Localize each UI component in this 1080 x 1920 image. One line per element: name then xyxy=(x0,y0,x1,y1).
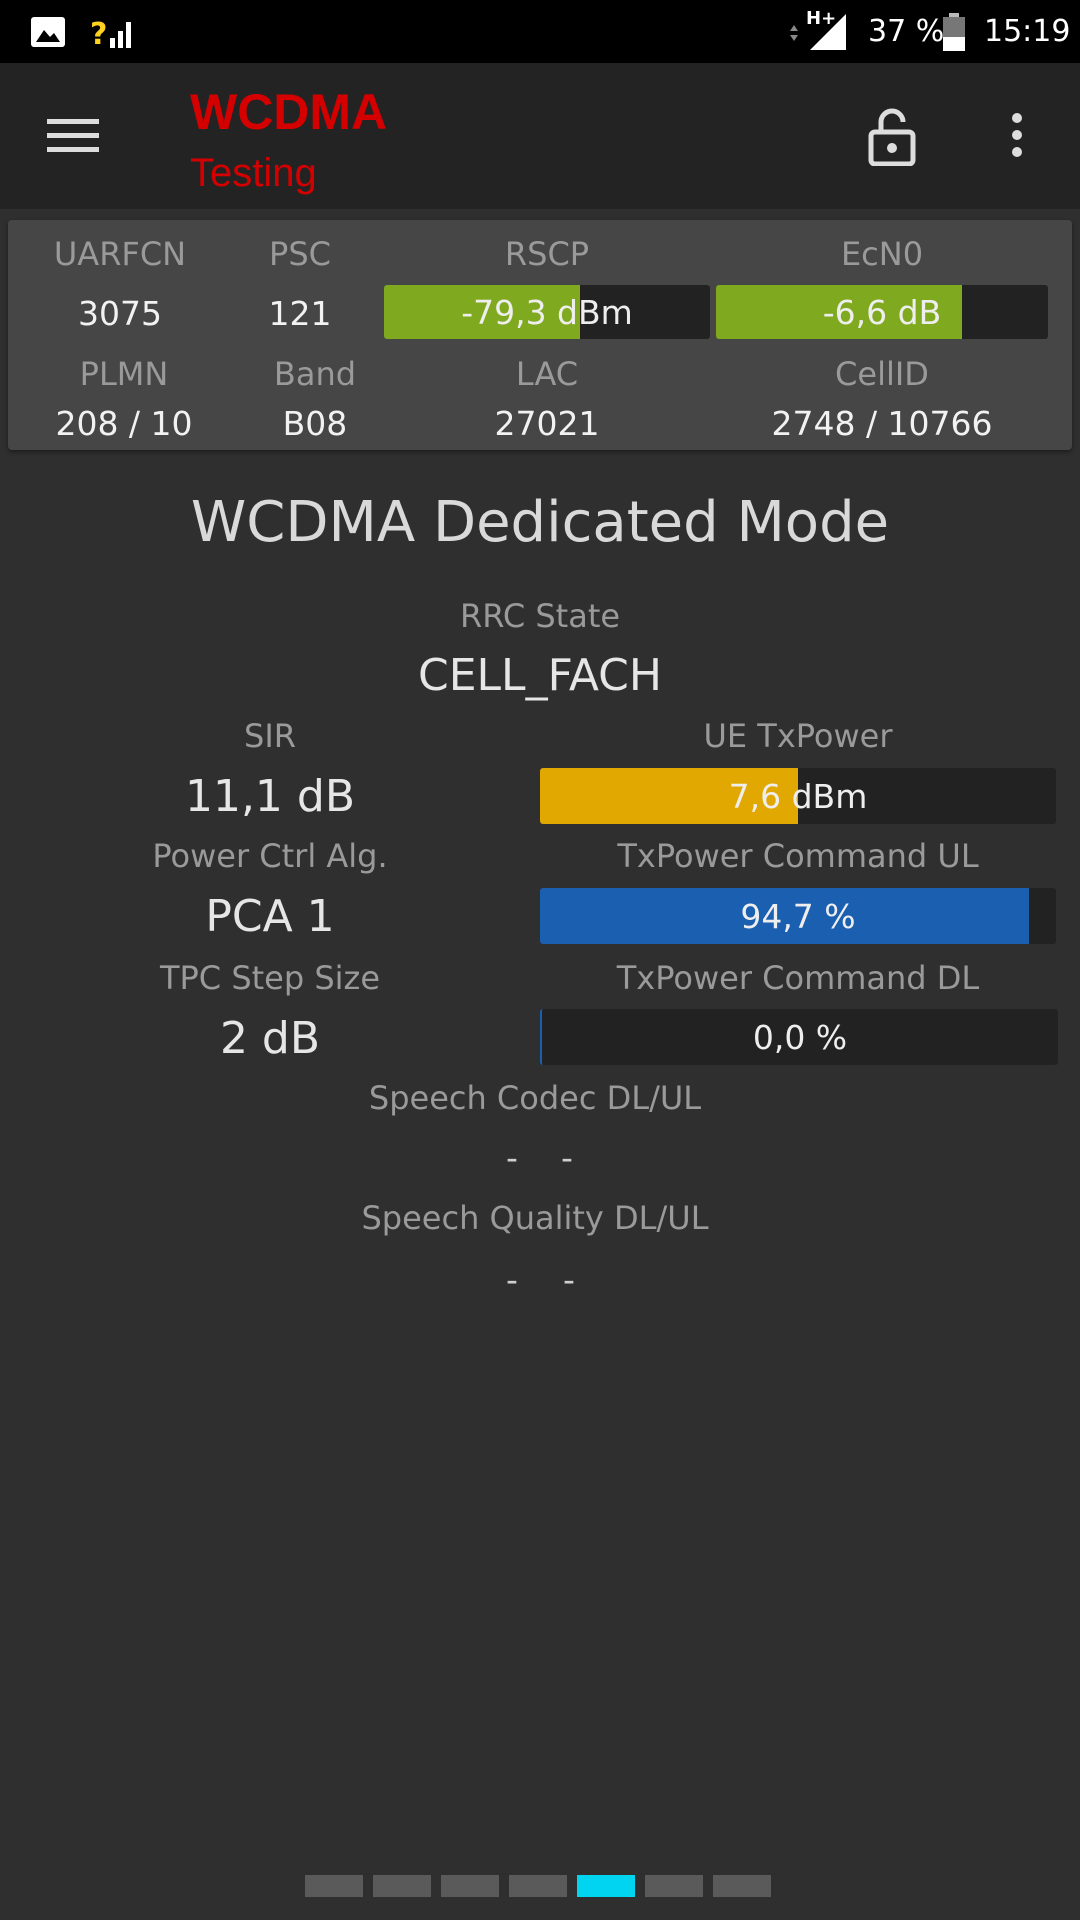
uarfcn-label: UARFCN xyxy=(53,235,187,273)
battery-icon xyxy=(942,0,966,63)
tx-cmd-ul-bar: 94,7 % xyxy=(540,888,1056,944)
image-icon xyxy=(30,0,66,63)
speech-codec-ul: - xyxy=(561,1138,573,1177)
app-title: WCDMA xyxy=(190,84,388,140)
page-indicator xyxy=(305,1875,775,1897)
tx-cmd-dl-label: TxPower Command DL xyxy=(616,959,980,997)
ecn0-label: EcN0 xyxy=(840,235,924,273)
tx-cmd-dl-value: 0,0 % xyxy=(752,1017,848,1057)
band-label: Band xyxy=(273,355,357,393)
ue-txpower-label: UE TxPower xyxy=(703,717,893,755)
power-ctrl-value: PCA 1 xyxy=(205,891,335,942)
page-dot-active[interactable] xyxy=(577,1875,635,1897)
plmn-label: PLMN xyxy=(79,355,169,393)
tpc-step-label: TPC Step Size xyxy=(159,959,381,997)
speech-quality-dl: - xyxy=(506,1260,518,1299)
band-value: B08 xyxy=(282,404,348,443)
lac-label: LAC xyxy=(515,355,579,393)
psc-label: PSC xyxy=(269,235,331,273)
ecn0-value: -6,6 dB xyxy=(822,292,942,332)
svg-text:?: ? xyxy=(90,17,107,50)
page-dot[interactable] xyxy=(713,1875,771,1897)
page-dot[interactable] xyxy=(645,1875,703,1897)
unlock-icon[interactable] xyxy=(864,104,920,168)
speech-quality-label: Speech Quality DL/UL xyxy=(361,1199,709,1237)
page-dot[interactable] xyxy=(441,1875,499,1897)
rscp-value: -79,3 dBm xyxy=(461,292,633,332)
signal-unknown-icon: ? xyxy=(90,0,136,63)
menu-icon[interactable] xyxy=(40,110,106,160)
power-ctrl-label: Power Ctrl Alg. xyxy=(152,837,388,875)
speech-quality-ul: - xyxy=(563,1260,575,1299)
clock: 15:19 xyxy=(984,14,1071,49)
more-vert-icon[interactable] xyxy=(1000,110,1034,160)
app-subtitle: Testing xyxy=(190,151,317,195)
sir-label: SIR xyxy=(244,717,296,755)
ue-txpower-bar: 7,6 dBm xyxy=(540,768,1056,824)
page-dot[interactable] xyxy=(373,1875,431,1897)
tx-cmd-dl-bar: 0,0 % xyxy=(540,1009,1058,1065)
cell-signal-icon xyxy=(808,0,848,63)
cellid-value: 2748 / 10766 xyxy=(771,404,993,443)
tx-cmd-ul-value: 94,7 % xyxy=(740,896,856,936)
uarfcn-value: 3075 xyxy=(78,294,162,333)
data-arrows-icon xyxy=(788,0,800,63)
sir-value: 11,1 dB xyxy=(184,771,356,822)
ecn0-bar: -6,6 dB xyxy=(716,285,1048,339)
rscp-bar: -79,3 dBm xyxy=(384,285,710,339)
tpc-step-value: 2 dB xyxy=(219,1013,321,1064)
lac-value: 27021 xyxy=(494,404,600,443)
page-title: WCDMA Dedicated Mode xyxy=(190,490,890,555)
status-bar: ? H+ 37 % 15:19 xyxy=(0,0,1080,63)
rscp-label: RSCP xyxy=(504,235,590,273)
psc-value: 121 xyxy=(268,294,332,333)
ue-txpower-value: 7,6 dBm xyxy=(728,776,868,816)
rrc-state-value: CELL_FACH xyxy=(418,650,662,701)
rrc-state-label: RRC State xyxy=(459,597,621,635)
page-dot[interactable] xyxy=(305,1875,363,1897)
speech-codec-label: Speech Codec DL/UL xyxy=(368,1079,702,1117)
page-dot[interactable] xyxy=(509,1875,567,1897)
tx-cmd-ul-label: TxPower Command UL xyxy=(617,837,979,875)
battery-text: 37 % xyxy=(868,14,945,49)
plmn-value: 208 / 10 xyxy=(55,404,193,443)
cellid-label: CellID xyxy=(835,355,929,393)
speech-codec-dl: - xyxy=(506,1138,518,1177)
